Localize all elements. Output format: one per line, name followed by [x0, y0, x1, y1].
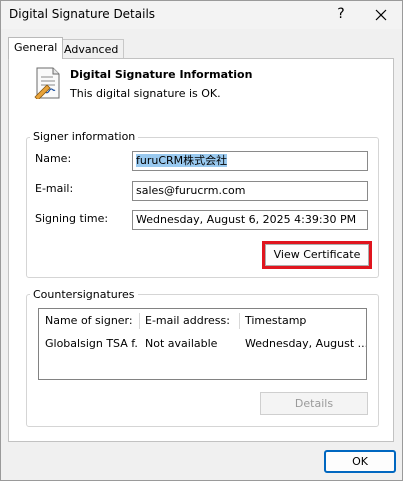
column-header-name[interactable]: Name of signer: [39, 309, 139, 333]
signature-details-dialog: Digital Signature Details ? General Adva… [0, 0, 403, 481]
email-label: E-mail: [35, 182, 74, 195]
signing-time-label: Signing time: [35, 212, 109, 225]
email-field[interactable]: sales@furucrm.com [132, 181, 368, 201]
tab-advanced[interactable]: Advanced [58, 39, 125, 59]
row-email-address[interactable]: Not available [139, 334, 239, 354]
column-header-timestamp[interactable]: Timestamp [239, 309, 366, 333]
certificate-document-icon [34, 67, 60, 99]
name-label: Name: [35, 152, 72, 165]
close-icon [375, 9, 387, 21]
signature-status-text: This digital signature is OK. [70, 87, 221, 100]
column-header-email[interactable]: E-mail address: [139, 309, 239, 333]
tab-general[interactable]: General [8, 37, 64, 59]
details-button[interactable]: Details [260, 392, 368, 415]
name-value: furuCRM株式会社 [136, 154, 228, 167]
row-signer-name[interactable]: Globalsign TSA f... [39, 334, 139, 354]
window-title: Digital Signature Details [9, 7, 156, 21]
signature-info-heading: Digital Signature Information [70, 68, 253, 81]
view-certificate-button[interactable]: View Certificate [265, 244, 369, 266]
title-bar: Digital Signature Details ? [1, 1, 402, 29]
signer-group-label: Signer information [30, 130, 139, 143]
countersignatures-list[interactable]: Name of signer: E-mail address: Timestam… [38, 308, 367, 380]
signing-time-field[interactable]: Wednesday, August 6, 2025 4:39:30 PM [132, 210, 368, 230]
countersignatures-group-label: Countersignatures [30, 288, 138, 301]
row-timestamp[interactable]: Wednesday, August ... [239, 334, 366, 354]
close-button[interactable] [361, 1, 401, 29]
ok-button[interactable]: OK [324, 450, 396, 473]
help-button[interactable]: ? [321, 1, 361, 29]
name-field[interactable]: furuCRM株式会社 [132, 151, 368, 171]
